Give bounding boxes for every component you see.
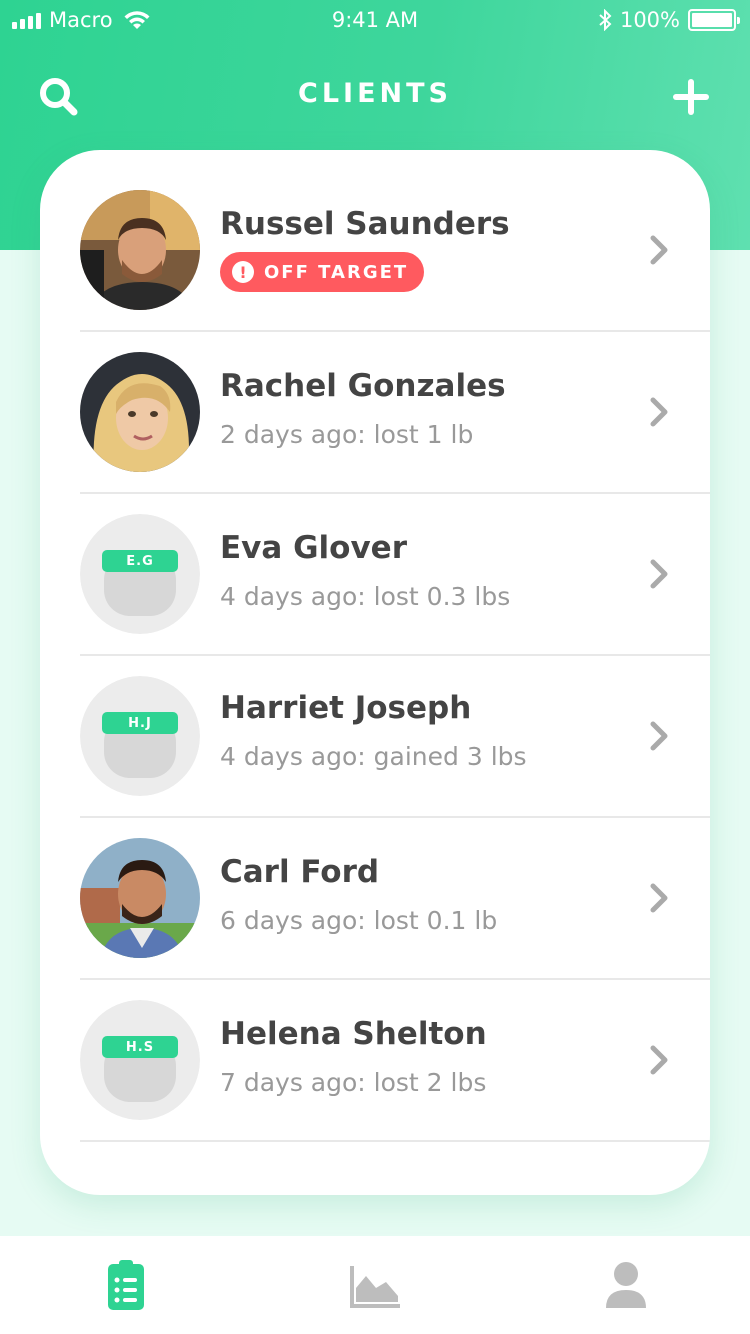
client-row[interactable]: E.G Eva Glover 4 days ago: lost 0.3 lbs [80,494,710,656]
chevron-right-icon [650,235,668,265]
avatar-placeholder: H.S [80,1000,200,1120]
chevron-right-icon [650,1045,668,1075]
client-row[interactable]: Carl Ford 6 days ago: lost 0.1 lb [80,818,710,980]
battery-icon [688,9,740,31]
client-status: 7 days ago: lost 2 lbs [220,1068,487,1097]
client-row[interactable]: Russel Saunders ! OFF TARGET [80,170,710,332]
add-client-button[interactable] [666,72,716,122]
plus-icon [673,79,709,115]
client-row[interactable]: H.S Helena Shelton 7 days ago: lost 2 lb… [80,980,710,1142]
page-title: CLIENTS [298,78,452,109]
initials-tag: H.S [102,1036,178,1058]
clients-card: Russel Saunders ! OFF TARGET Rachel Gonz… [40,150,710,1195]
chevron-right-icon [650,397,668,427]
client-status: 2 days ago: lost 1 lb [220,420,474,449]
client-row[interactable]: Rachel Gonzales 2 days ago: lost 1 lb [80,332,710,494]
initials-tag: E.G [102,550,178,572]
chevron-right-icon [650,721,668,751]
nav-bar: CLIENTS [0,62,750,128]
alert-icon: ! [232,261,254,283]
client-name: Harriet Joseph [220,690,472,726]
tab-clients[interactable] [98,1260,154,1312]
client-name: Carl Ford [220,854,380,890]
user-icon [606,1262,646,1308]
client-status: 4 days ago: gained 3 lbs [220,742,527,771]
avatar [80,838,200,958]
client-status: 4 days ago: lost 0.3 lbs [220,582,511,611]
client-name: Rachel Gonzales [220,368,506,404]
avatar [80,352,200,472]
client-status: 6 days ago: lost 0.1 lb [220,906,498,935]
initials-tag: H.J [102,712,178,734]
tab-bar [0,1236,750,1334]
bluetooth-icon [599,9,612,31]
tab-progress[interactable] [348,1260,404,1312]
client-name: Eva Glover [220,530,407,566]
status-bar: Macro 9:41 AM 100% [0,0,750,42]
status-right: 100% [598,8,740,32]
client-name: Russel Saunders [220,206,510,242]
status-badge: ! OFF TARGET [220,252,425,292]
chevron-right-icon [650,883,668,913]
area-chart-icon [350,1266,400,1308]
battery-percent: 100% [619,8,680,32]
chevron-right-icon [650,559,668,589]
client-name: Helena Shelton [220,1016,487,1052]
avatar [80,190,200,310]
status-badge-label: OFF TARGET [264,261,409,283]
avatar-placeholder: E.G [80,514,200,634]
clipboard-list-icon [108,1260,144,1310]
avatar-placeholder: H.J [80,676,200,796]
tab-profile[interactable] [598,1260,654,1312]
client-row[interactable]: H.J Harriet Joseph 4 days ago: gained 3 … [80,656,710,818]
